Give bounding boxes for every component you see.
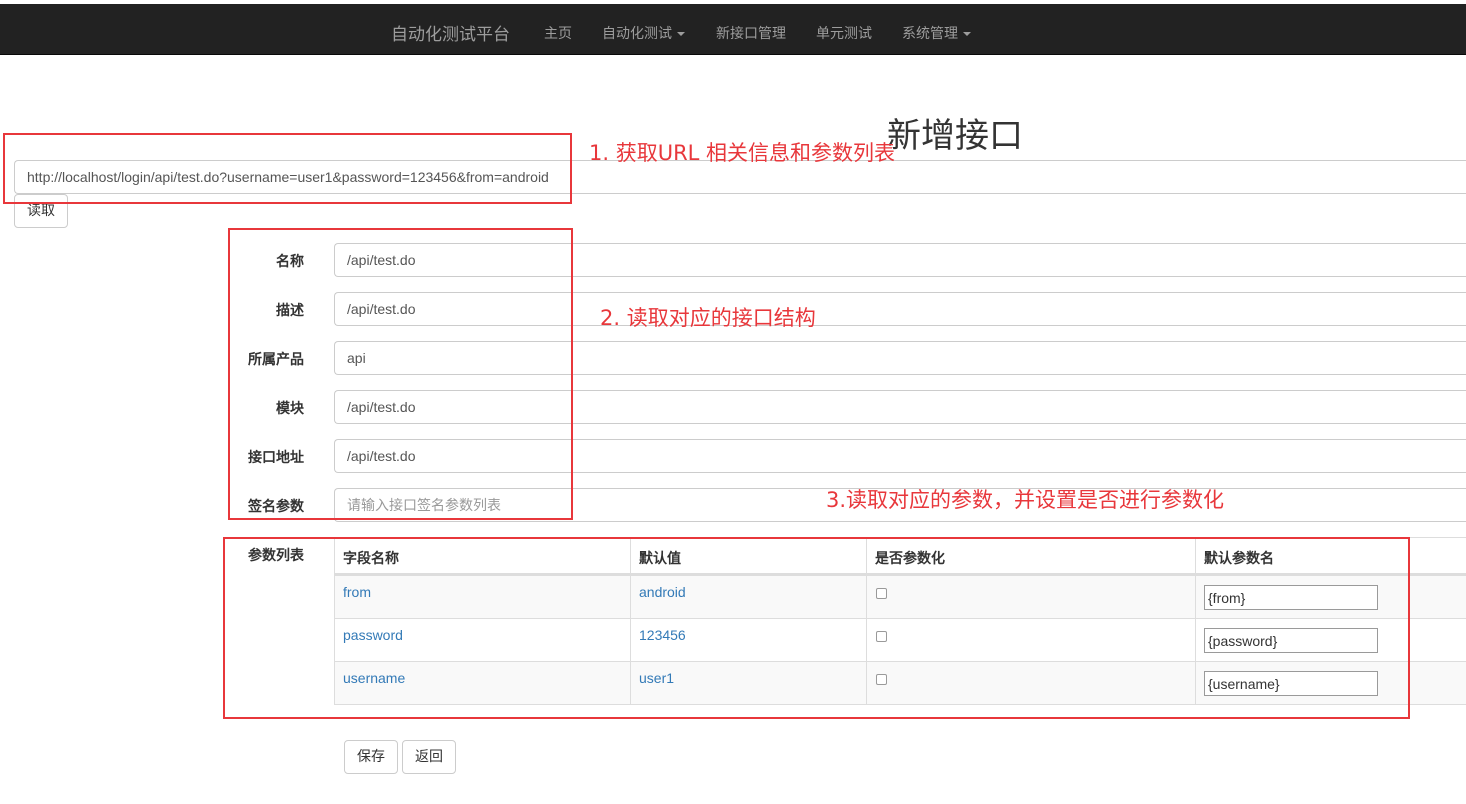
desc-label: 描述	[276, 303, 304, 319]
description-field[interactable]	[334, 292, 1466, 326]
navbar-brand[interactable]: 自动化测试平台	[391, 20, 510, 45]
nav-item-autotest-label: 自动化测试	[602, 26, 672, 42]
module-label: 模块	[276, 401, 304, 417]
field-name-link[interactable]: username	[343, 670, 405, 686]
address-label: 接口地址	[248, 450, 304, 466]
nav-item-system[interactable]: 系统管理	[902, 23, 971, 43]
product-label: 所属产品	[248, 352, 304, 368]
top-navbar: 自动化测试平台 主页 自动化测试 新接口管理 单元测试 系统管理	[0, 4, 1466, 55]
param-name-input[interactable]	[1204, 585, 1378, 610]
param-name-input[interactable]	[1204, 628, 1378, 653]
parameterize-checkbox[interactable]	[876, 674, 887, 685]
nav-item-new-api[interactable]: 新接口管理	[716, 23, 786, 43]
nav-item-autotest[interactable]: 自动化测试	[602, 23, 685, 43]
table-header-row: 字段名称 默认值 是否参数化 默认参数名	[334, 537, 1466, 575]
params-label: 参数列表	[248, 548, 304, 564]
header-parameterized: 是否参数化	[866, 538, 1195, 573]
sign-label: 签名参数	[248, 499, 304, 515]
nav-item-home[interactable]: 主页	[544, 23, 572, 43]
default-value-link[interactable]: 123456	[639, 627, 686, 643]
name-label: 名称	[276, 254, 304, 270]
header-default-value: 默认值	[630, 538, 866, 573]
table-row: from android	[334, 575, 1466, 618]
nav-item-system-label: 系统管理	[902, 26, 958, 42]
read-button[interactable]: 读取	[14, 194, 68, 228]
nav-item-unit-test[interactable]: 单元测试	[816, 23, 872, 43]
default-value-link[interactable]: android	[639, 584, 686, 600]
name-field[interactable]	[334, 243, 1466, 277]
annotation-step3: 3.读取对应的参数，并设置是否进行参数化	[826, 488, 1225, 512]
param-name-input[interactable]	[1204, 671, 1378, 696]
back-button[interactable]: 返回	[402, 740, 456, 774]
parameterize-checkbox[interactable]	[876, 631, 887, 642]
api-address-field[interactable]	[334, 439, 1466, 473]
product-field[interactable]	[334, 341, 1466, 375]
annotation-step1: 1. 获取URL 相关信息和参数列表	[589, 141, 896, 165]
save-button[interactable]: 保存	[344, 740, 398, 774]
field-name-link[interactable]: from	[343, 584, 371, 600]
caret-down-icon	[963, 32, 971, 36]
caret-down-icon	[677, 32, 685, 36]
parameterize-checkbox[interactable]	[876, 588, 887, 599]
table-row: password 123456	[334, 618, 1466, 661]
header-param-name: 默认参数名	[1195, 538, 1466, 573]
field-name-link[interactable]: password	[343, 627, 403, 643]
annotation-step2: 2. 读取对应的接口结构	[600, 306, 816, 330]
header-field-name: 字段名称	[334, 538, 630, 573]
page-title: 新增接口	[887, 116, 1023, 156]
default-value-link[interactable]: user1	[639, 670, 674, 686]
module-field[interactable]	[334, 390, 1466, 424]
table-row: username user1	[334, 661, 1466, 705]
